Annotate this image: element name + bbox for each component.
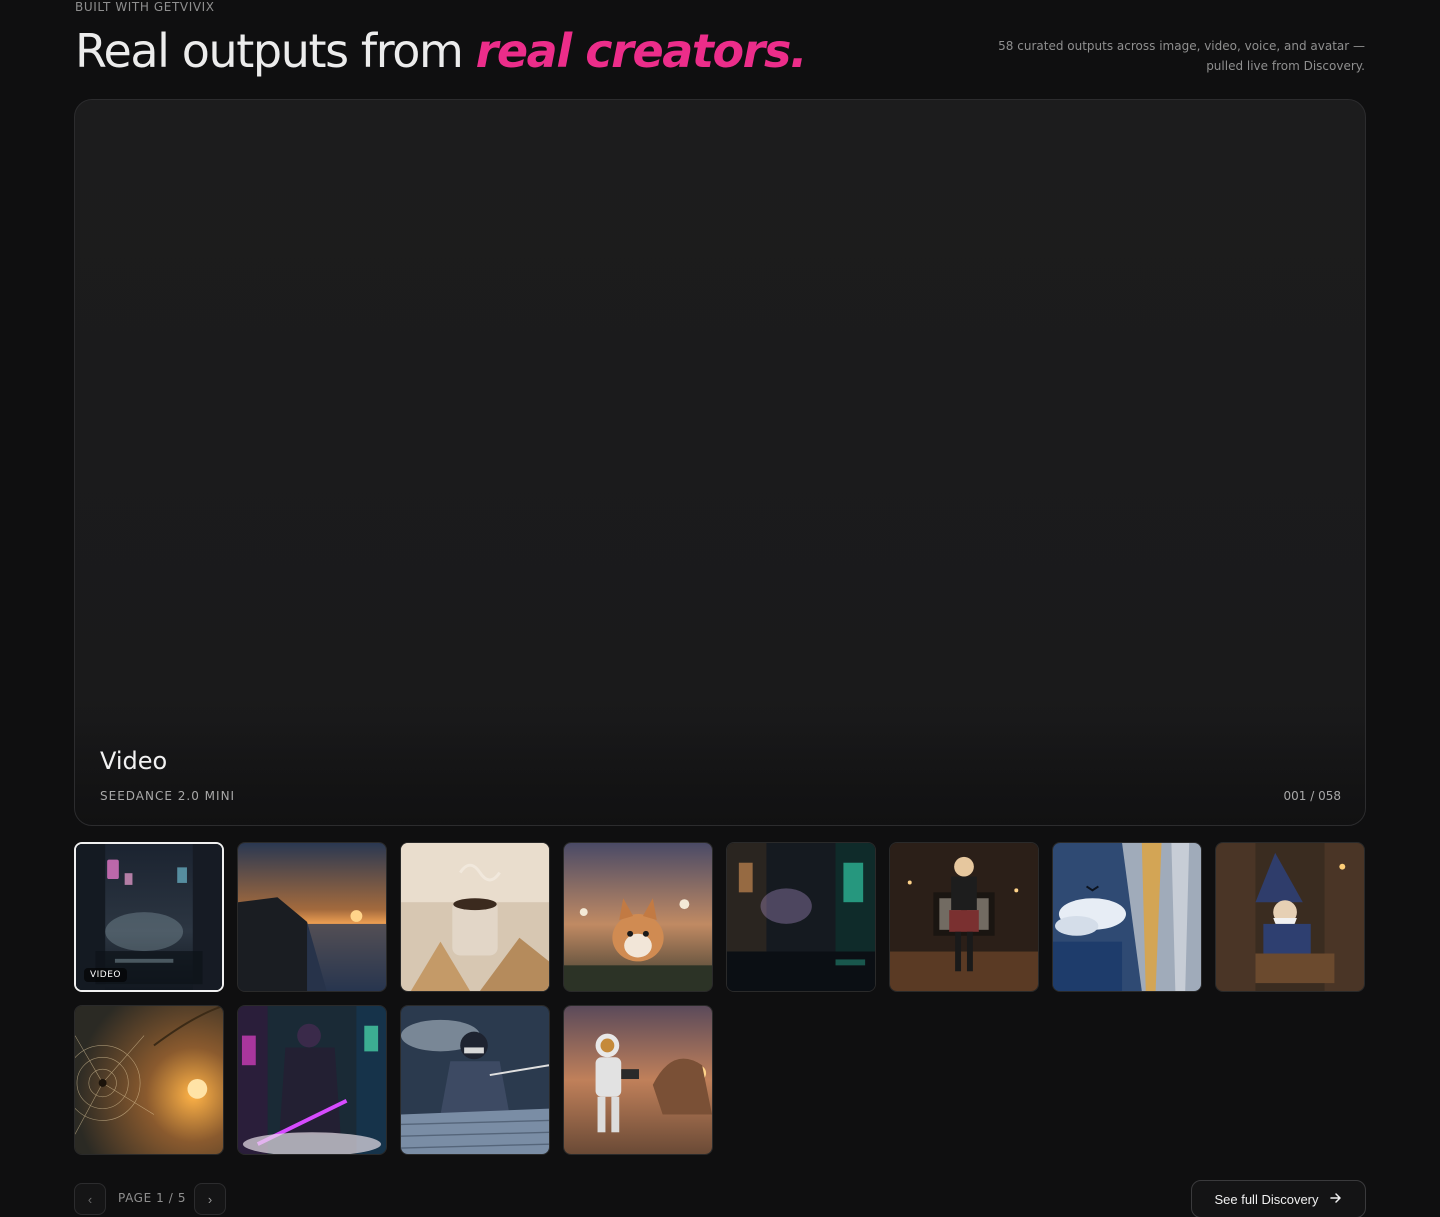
thumbnail-corgi-field[interactable] [563,842,713,992]
thumbnail-plaid-dress[interactable] [889,842,1039,992]
ninja-rooftop-image [401,1006,549,1154]
page-indicator: PAGE 1 / 5 [118,1191,187,1205]
page-title: Real outputs from real creators. [75,24,808,78]
headline-accent: real creators. [475,24,808,78]
featured-model: SEEDANCE 2.0 MINI [100,789,236,803]
see-full-discovery-button[interactable]: See full Discovery [1191,1180,1366,1217]
thumbnail-rainy-street[interactable] [726,842,876,992]
thumbnail-neon-samurai[interactable] [237,1005,387,1155]
featured-counter: 001 / 058 [1283,789,1341,803]
thumbnail-wizard-library[interactable] [1215,842,1365,992]
sunset-cliff-image [238,843,386,991]
thumbnail-type-tag: VIDEO [84,968,128,982]
thumbnail-spider-web[interactable] [74,1005,224,1155]
arrow-right-icon [1329,1191,1343,1208]
curtain-clouds-image [1053,843,1201,991]
thumbnail-neon-alley[interactable]: VIDEO [74,842,224,992]
coffee-mug-image [401,843,549,991]
headline-plain: Real outputs from [75,24,464,78]
next-page-button[interactable]: › [194,1183,226,1215]
thumbnail-astronaut-desert[interactable] [563,1005,713,1155]
stage-scrim [75,695,1365,825]
plaid-dress-image [890,843,1038,991]
thumbnail-ninja-rooftop[interactable] [400,1005,550,1155]
thumbnail-curtain-clouds[interactable] [1052,842,1202,992]
chevron-right-icon: › [207,1191,213,1207]
discovery-button-label: See full Discovery [1214,1191,1319,1207]
intro-line-1: 58 curated outputs across image, video, … [998,39,1365,53]
featured-player[interactable]: Video SEEDANCE 2.0 MINI 001 / 058 [74,99,1366,826]
neon-samurai-image [238,1006,386,1154]
astronaut-desert-image [564,1006,712,1154]
intro-text: 58 curated outputs across image, video, … [985,36,1365,76]
featured-title: Video [100,747,168,775]
previous-page-button[interactable]: ‹ [74,1183,106,1215]
corgi-field-image [564,843,712,991]
chevron-left-icon: ‹ [87,1191,93,1207]
intro-line-2: pulled live from Discovery. [1206,59,1365,73]
rainy-street-image [727,843,875,991]
thumbnail-coffee-mug[interactable] [400,842,550,992]
wizard-library-image [1216,843,1364,991]
thumbnail-sunset-cliff[interactable] [237,842,387,992]
spider-web-image [75,1006,223,1154]
eyebrow-label: BUILT WITH GETVIVIX [75,0,215,14]
